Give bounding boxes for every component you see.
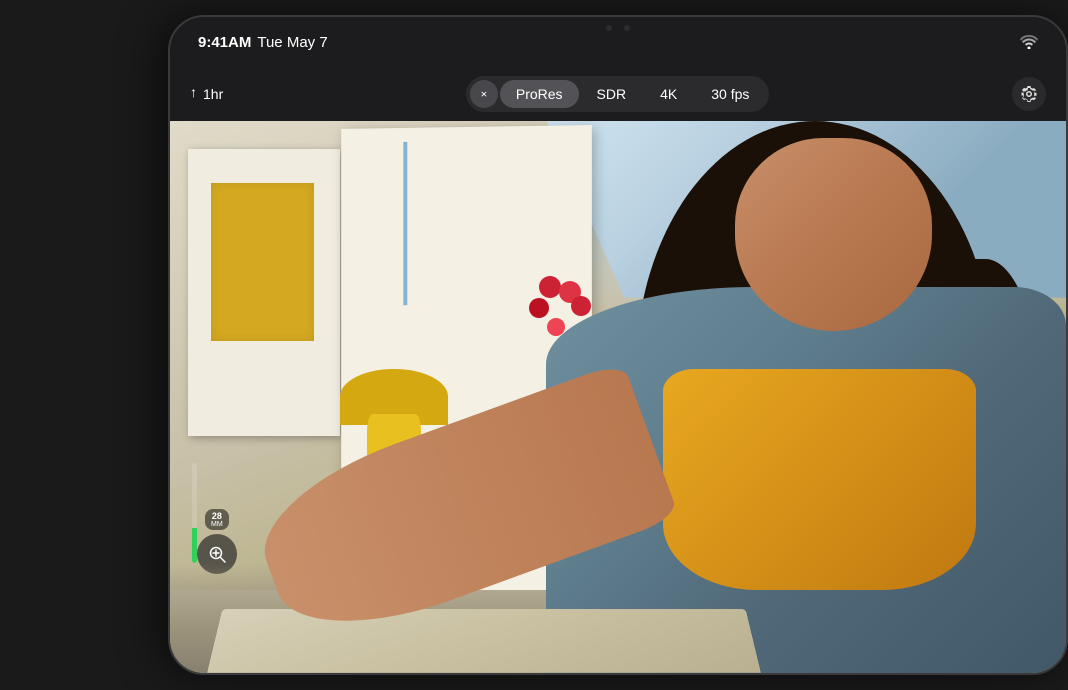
toolbar-center: × ProRes SDR 4K 30 fps	[466, 76, 770, 112]
status-right	[1020, 35, 1038, 49]
petal-3	[529, 298, 549, 318]
dynamic-range-pill[interactable]: SDR	[581, 80, 643, 108]
close-icon: ×	[480, 87, 487, 102]
exposure-bar	[192, 463, 197, 563]
camera-dot-right	[624, 25, 630, 31]
focal-badge: 28 MM	[205, 509, 229, 530]
sketchbook	[207, 609, 760, 673]
status-left: 9:41AM Tue May 7	[198, 34, 328, 51]
close-button[interactable]: ×	[470, 80, 498, 108]
settings-button[interactable]	[1012, 77, 1046, 111]
exposure-level	[192, 528, 197, 563]
petal-1	[539, 276, 561, 298]
gear-icon	[1020, 85, 1038, 103]
status-time: 9:41AM	[198, 34, 251, 51]
focal-length: 28	[212, 511, 222, 521]
person-face	[735, 138, 932, 331]
wall-painting	[188, 149, 340, 436]
ipad-device: 9:41AM Tue May 7 ↑ 1hr × ProRes SDR 4K	[168, 15, 1068, 675]
canvas-tape	[403, 141, 407, 305]
format-pill[interactable]: ProRes	[500, 80, 579, 108]
petal-4	[571, 296, 591, 316]
status-date: Tue May 7	[257, 34, 327, 51]
framerate-pill[interactable]: 30 fps	[695, 80, 765, 108]
toolbar-left: ↑ 1hr	[190, 86, 223, 102]
recording-arrow-icon: ↑	[190, 86, 197, 102]
camera-scene	[170, 121, 1066, 673]
toolbar: ↑ 1hr × ProRes SDR 4K 30 fps	[170, 67, 1066, 121]
painting-inner	[211, 183, 315, 341]
viewfinder: 28 MM AF	[170, 121, 1066, 673]
magnify-icon	[208, 545, 226, 563]
camera-dot-left	[606, 25, 612, 31]
wifi-icon	[1020, 35, 1038, 49]
camera-area	[606, 25, 630, 31]
resolution-pill[interactable]: 4K	[644, 80, 693, 108]
person-shirt	[663, 369, 977, 590]
focal-unit: MM	[211, 521, 223, 528]
recording-label: 1hr	[203, 86, 223, 102]
